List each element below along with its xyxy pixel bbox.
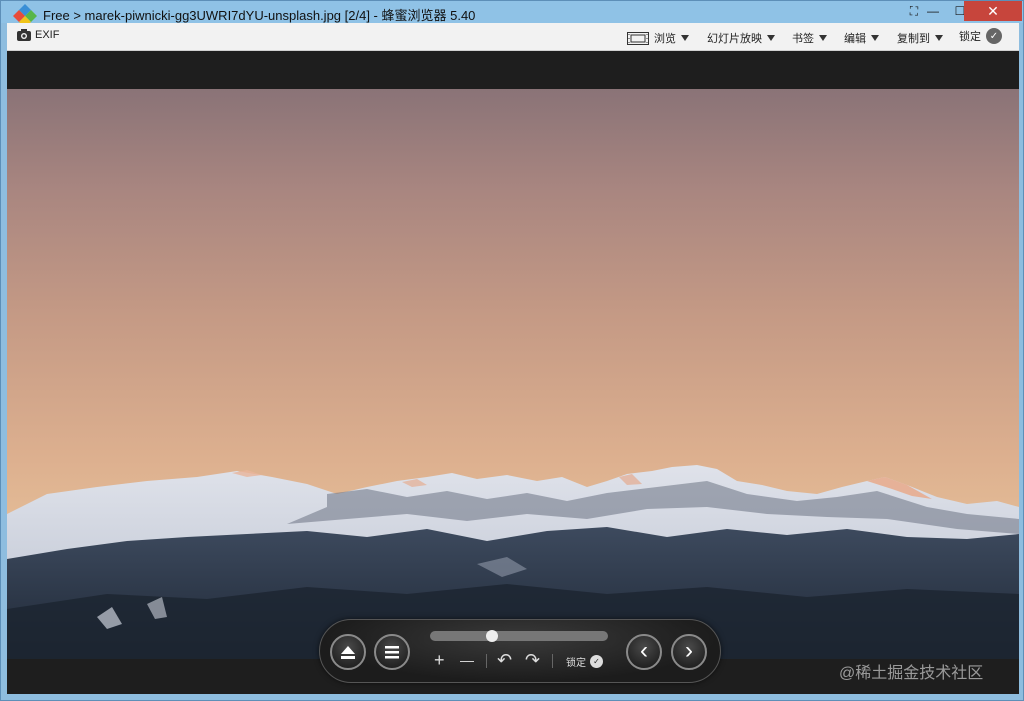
bookmark-label: 书签	[792, 33, 814, 45]
chevron-left-icon: ‹	[640, 636, 648, 664]
exif-label: EXIF	[35, 29, 60, 41]
lock-label: 锁定	[566, 658, 586, 669]
rotate-right-icon[interactable]: ↷	[525, 651, 540, 669]
control-divider	[552, 654, 553, 668]
minimize-button[interactable]: —	[919, 1, 947, 21]
check-icon: ✓	[590, 655, 603, 668]
zoom-out-icon[interactable]: —	[460, 651, 474, 669]
bookmark-menu[interactable]: 书签	[792, 30, 827, 46]
copyto-label: 复制到	[897, 33, 930, 45]
chevron-down-icon	[767, 35, 775, 41]
viewer-control-panel: + — ↶ ↷ 锁定 ✓ ‹ ›	[319, 619, 721, 683]
check-icon: ✓	[986, 28, 1002, 44]
app-window: Free > marek-piwnicki-gg3UWRI7dYU-unspla…	[0, 0, 1024, 701]
edit-menu[interactable]: 编辑	[844, 30, 879, 46]
close-button[interactable]: ✕	[964, 1, 1022, 21]
chevron-down-icon	[819, 35, 827, 41]
previous-button[interactable]: ‹	[626, 634, 662, 670]
slideshow-menu[interactable]: 幻灯片放映	[707, 30, 775, 46]
lock-label: 锁定	[959, 31, 981, 43]
eject-button[interactable]	[330, 634, 366, 670]
window-title: Free > marek-piwnicki-gg3UWRI7dYU-unspla…	[43, 8, 476, 23]
chevron-down-icon	[871, 35, 879, 41]
edit-label: 编辑	[844, 33, 866, 45]
copyto-menu[interactable]: 复制到	[897, 30, 943, 46]
fullscreen-icon: ⛶	[909, 3, 919, 18]
lock-toggle[interactable]: 锁定 ✓	[959, 28, 1002, 44]
control-divider	[486, 654, 487, 668]
filmstrip-icon	[627, 31, 649, 45]
eject-icon	[341, 646, 355, 659]
menu-button[interactable]	[374, 634, 410, 670]
rotate-left-icon[interactable]: ↶	[497, 651, 512, 669]
chevron-down-icon	[681, 35, 689, 41]
next-button[interactable]: ›	[671, 634, 707, 670]
browse-menu[interactable]: 浏览	[627, 30, 689, 46]
chevron-down-icon	[935, 35, 943, 41]
slideshow-label: 幻灯片放映	[707, 33, 762, 45]
toolbar: EXIF 浏览 幻灯片放映 书签 编辑 复制到 锁定 ✓	[7, 23, 1019, 51]
zoom-in-icon[interactable]: +	[434, 651, 445, 669]
slider-thumb[interactable]	[486, 630, 499, 642]
close-icon: ✕	[987, 2, 999, 19]
mountain-photo	[7, 89, 1019, 659]
image-position-slider[interactable]	[430, 630, 608, 642]
chevron-right-icon: ›	[685, 636, 693, 664]
minimize-icon: —	[927, 4, 939, 18]
menu-icon	[385, 646, 399, 659]
image-viewer[interactable]: + — ↶ ↷ 锁定 ✓ ‹ ›	[7, 51, 1019, 694]
exif-button[interactable]: EXIF	[17, 29, 59, 41]
mountain-landscape-image	[7, 465, 1019, 659]
camera-icon	[17, 29, 31, 41]
watermark: @稀土掘金技术社区	[839, 665, 984, 682]
browse-label: 浏览	[654, 33, 676, 45]
lock-toggle-control[interactable]: 锁定 ✓	[566, 654, 603, 669]
title-bar[interactable]: Free > marek-piwnicki-gg3UWRI7dYU-unspla…	[1, 1, 1023, 27]
